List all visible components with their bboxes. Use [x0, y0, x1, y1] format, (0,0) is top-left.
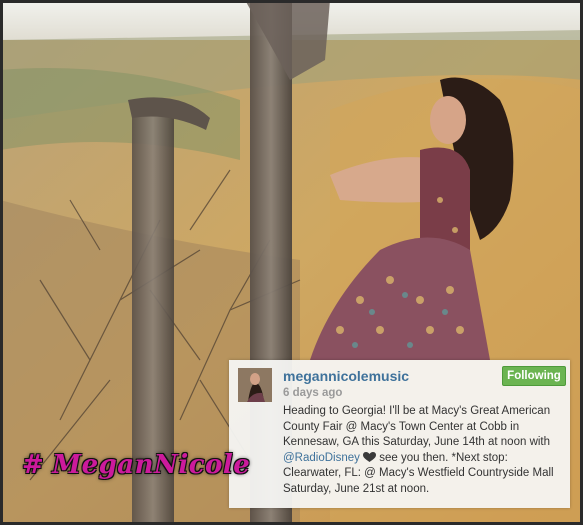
heart-icon — [363, 451, 377, 462]
username-link[interactable]: megannicolemusic — [283, 368, 409, 384]
instagram-post-card: megannicolemusic 6 days ago Following He… — [229, 360, 570, 508]
hashtag-name: MeganNicole — [52, 450, 251, 480]
hashtag-symbol: # — [22, 450, 45, 480]
post-timestamp: 6 days ago — [283, 387, 343, 399]
post-caption: Heading to Georgia! I'll be at Macy's Gr… — [283, 404, 565, 497]
mention-link[interactable]: @RadioDisney — [283, 452, 360, 464]
hashtag-overlay: # MeganNicole — [22, 450, 250, 480]
following-button[interactable]: Following — [502, 366, 566, 386]
caption-text-1: Heading to Georgia! I'll be at Macy's Gr… — [283, 405, 551, 448]
avatar[interactable] — [238, 368, 272, 402]
